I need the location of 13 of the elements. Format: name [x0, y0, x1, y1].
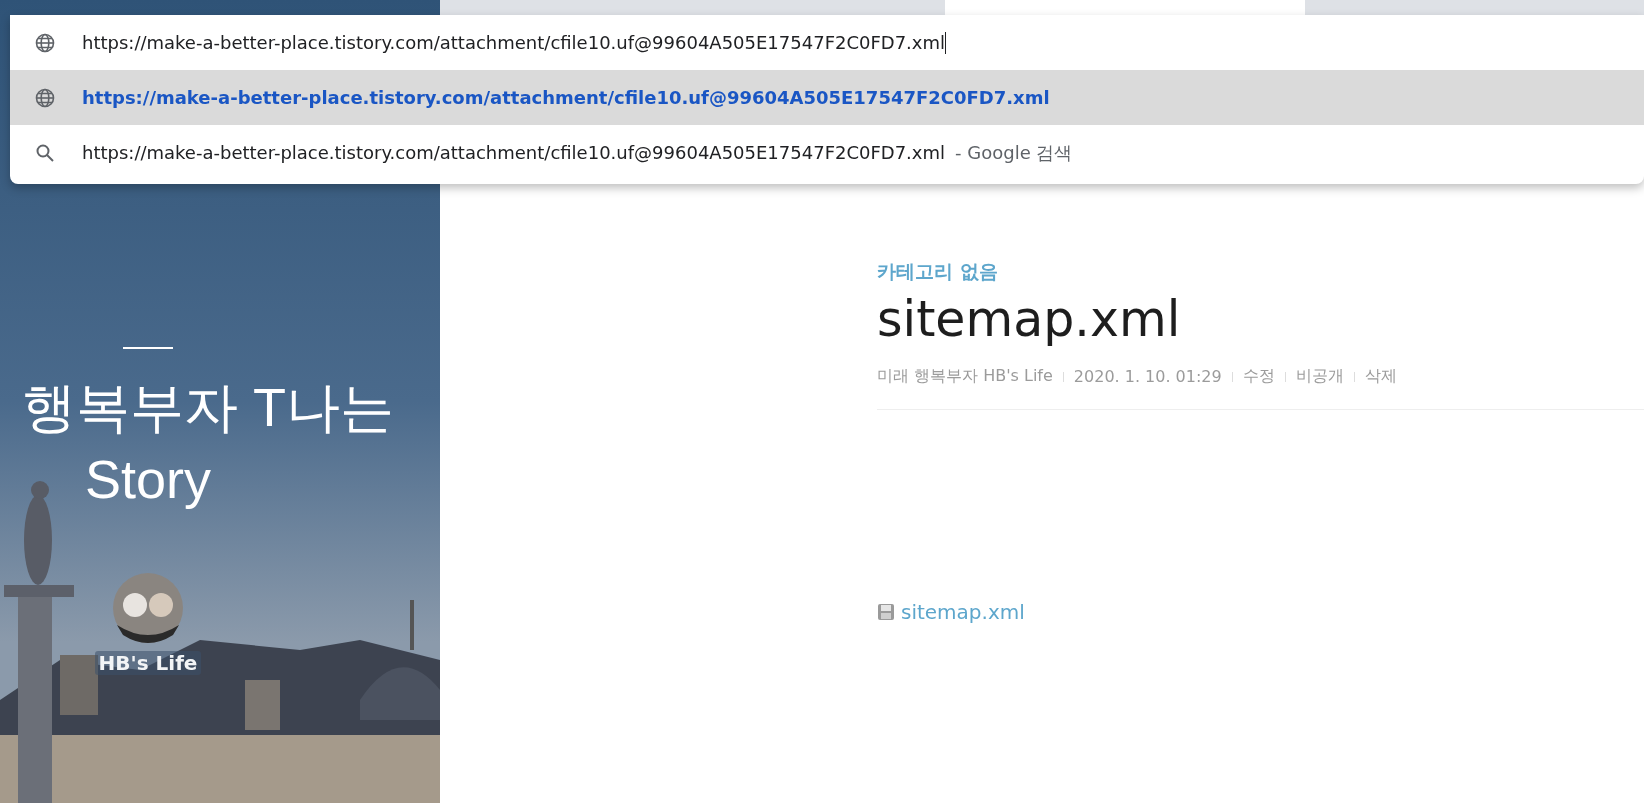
attachment-link[interactable]: sitemap.xml [901, 600, 1025, 624]
post-category[interactable]: 카테고리 없음 [877, 259, 1644, 285]
post-meta-text: 미래 행복부자 HB's Life [877, 366, 1053, 387]
suggestion-item[interactable]: https://make-a-better-place.tistory.com/attachment/cfile10.uf@99604A505E17547F2C0FD7.xml - Google 검색 [10, 125, 1644, 180]
blog-title[interactable]: 행복부자 T나는 Story [0, 371, 400, 515]
address-field[interactable]: https://make-a-better-place.tistory.com/attachment/cfile10.uf@99604A505E17547F2C0FD7.xml [10, 15, 1644, 70]
post-meta-text: 2020. 1. 10. 01:29 [1073, 367, 1222, 386]
post-action-link[interactable]: 삭제 [1364, 366, 1397, 387]
post-title: sitemap.xml [877, 291, 1182, 348]
post-action-link[interactable]: 비공개 [1295, 366, 1344, 387]
post-action-link[interactable]: 수정 [1242, 366, 1275, 387]
profile-name[interactable]: HB's Life [94, 651, 202, 675]
suggestion-item[interactable]: https://make-a-better-place.tistory.com/attachment/cfile10.uf@99604A505E17547F2C0FD7.xml [10, 70, 1644, 125]
